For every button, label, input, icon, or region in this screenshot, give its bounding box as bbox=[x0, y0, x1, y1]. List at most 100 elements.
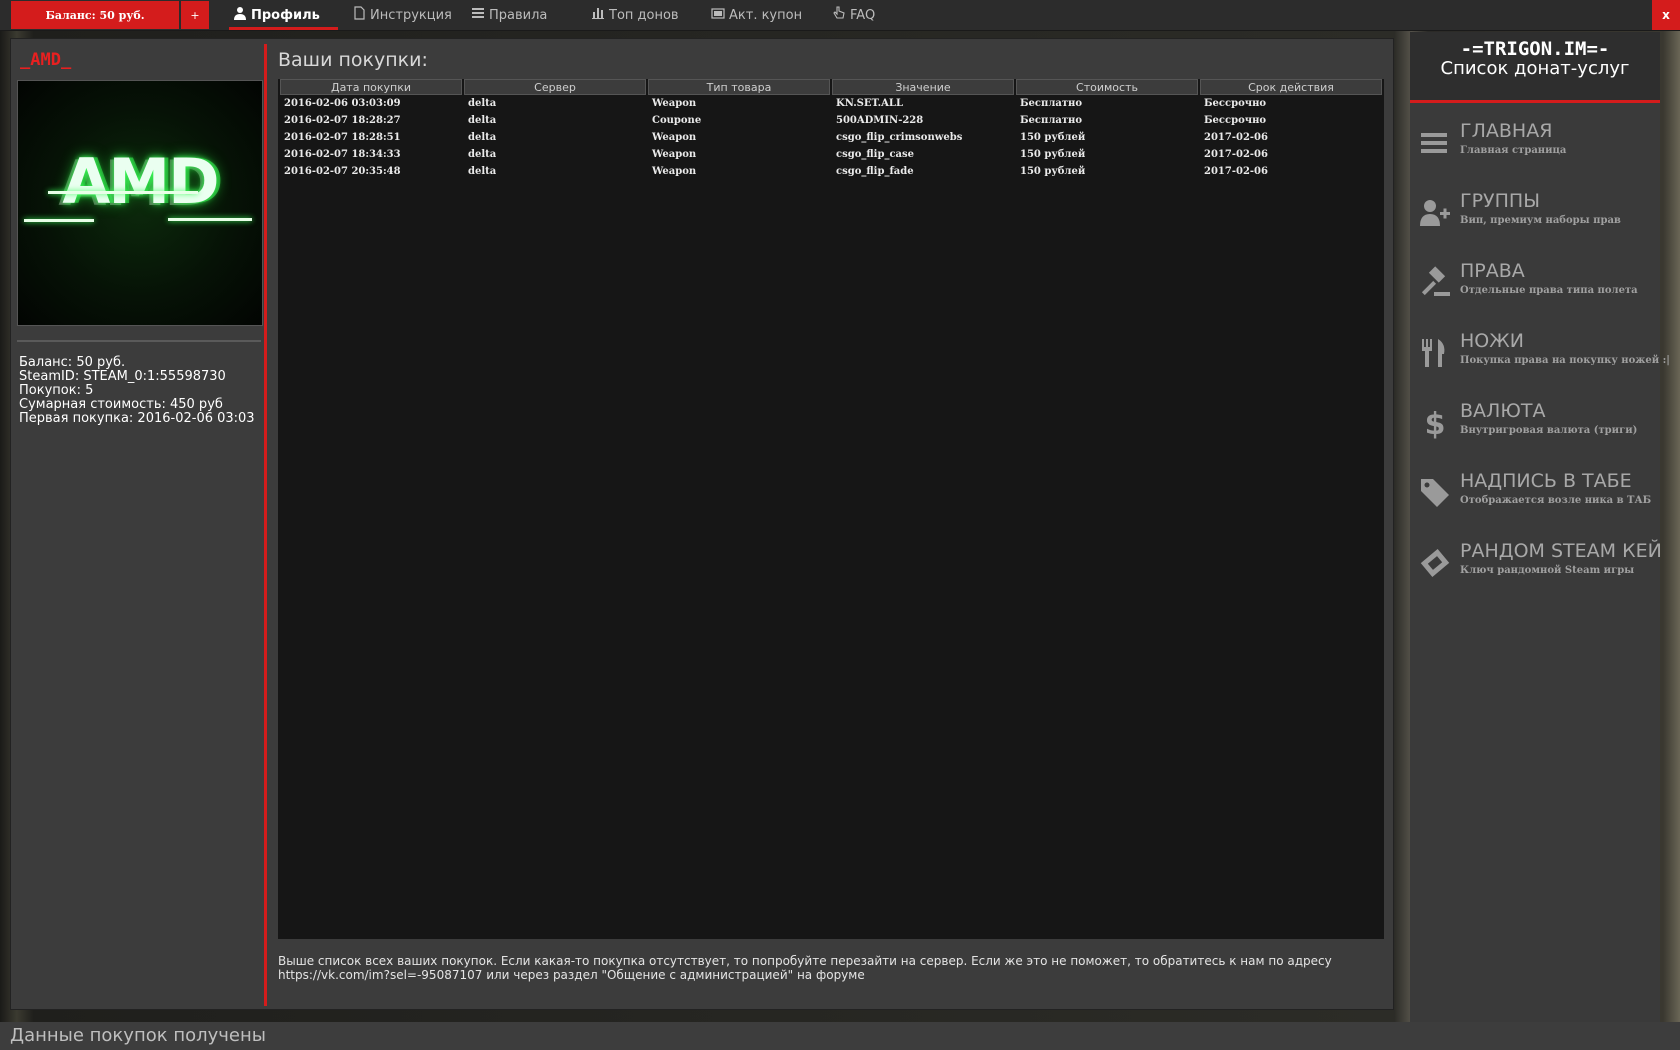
sidebar-item-description: Главная страница bbox=[1460, 145, 1567, 156]
sidebar-item-random-key[interactable]: РАНДОМ STEAM КЕЙ Ключ рандомной Steam иг… bbox=[1410, 534, 1662, 594]
tab-faq-label: FAQ bbox=[850, 7, 876, 23]
cell-server: delta bbox=[468, 98, 497, 109]
table-row[interactable]: 2016-02-06 03:03:09 delta Weapon KN.SET.… bbox=[280, 95, 1382, 112]
tag-icon bbox=[1418, 476, 1452, 510]
cell-date: 2016-02-06 03:03:09 bbox=[284, 98, 401, 109]
add-funds-button[interactable]: + bbox=[181, 1, 209, 29]
cell-expiry: 2017-02-06 bbox=[1204, 149, 1268, 160]
sidebar-item-groups[interactable]: ГРУППЫ Вип, премиум наборы прав bbox=[1410, 184, 1660, 244]
gavel-icon bbox=[1418, 266, 1452, 300]
sidebar-item-description: Покупка права на покупку ножей :| bbox=[1460, 355, 1670, 366]
cell-value: 500ADMIN-228 bbox=[836, 115, 924, 126]
column-header[interactable]: Значение bbox=[832, 79, 1014, 95]
page-title: Ваши покупки: bbox=[278, 49, 428, 71]
cell-cost: 150 рублей bbox=[1020, 166, 1086, 177]
tab-profile[interactable]: Профиль bbox=[229, 0, 338, 30]
cell-expiry: 2017-02-06 bbox=[1204, 166, 1268, 177]
cell-type: Weapon bbox=[652, 98, 697, 109]
cell-type: Weapon bbox=[652, 149, 697, 160]
stat-balance: Баланс: 50 руб. bbox=[19, 355, 126, 370]
avatar-glitch-line bbox=[48, 191, 198, 194]
table-row[interactable]: 2016-02-07 18:34:33 delta Weapon csgo_fl… bbox=[280, 146, 1382, 163]
cell-value: csgo_flip_fade bbox=[836, 166, 914, 177]
cell-cost: Бесплатно bbox=[1020, 115, 1083, 126]
document-icon bbox=[352, 6, 366, 24]
cell-value: csgo_flip_case bbox=[836, 149, 915, 160]
sidebar-item-label: НАДПИСЬ В ТАБЕ bbox=[1460, 470, 1632, 492]
brand-title: -=TRIGON.IM=- bbox=[1460, 38, 1610, 60]
cell-date: 2016-02-07 18:34:33 bbox=[284, 149, 401, 160]
ticket-icon bbox=[1418, 546, 1452, 580]
column-header[interactable]: Стоимость bbox=[1016, 79, 1198, 95]
cell-cost: 150 рублей bbox=[1020, 149, 1086, 160]
avatar: AMD bbox=[17, 80, 263, 326]
sidebar-item-currency[interactable]: $ ВАЛЮТА Внутригровая валюта (триги) bbox=[1410, 394, 1660, 454]
column-header[interactable]: Тип товара bbox=[648, 79, 830, 95]
brand-subtitle: Список донат-услуг bbox=[1440, 58, 1630, 79]
sidebar-item-label: ВАЛЮТА bbox=[1460, 400, 1546, 422]
cell-server: delta bbox=[468, 149, 497, 160]
balance-button[interactable]: Баланс: 50 руб. bbox=[11, 1, 179, 29]
column-header[interactable]: Срок действия bbox=[1200, 79, 1382, 95]
tab-rules[interactable]: Правила bbox=[471, 0, 547, 30]
tab-faq[interactable]: FAQ bbox=[832, 0, 875, 30]
list-icon bbox=[471, 6, 485, 24]
sidebar-item-tab-label[interactable]: НАДПИСЬ В ТАБЕ Отображается возле ника в… bbox=[1410, 464, 1660, 524]
divider bbox=[17, 340, 261, 342]
hand-pointer-icon bbox=[832, 6, 846, 24]
note-line-link[interactable]: https://vk.com/im?sel=-95087107 или чере… bbox=[278, 968, 1378, 982]
table-row[interactable]: 2016-02-07 18:28:51 delta Weapon csgo_fl… bbox=[280, 129, 1382, 146]
cell-server: delta bbox=[468, 132, 497, 143]
svg-text:$: $ bbox=[1425, 407, 1446, 440]
cell-date: 2016-02-07 18:28:27 bbox=[284, 115, 401, 126]
brand-header: -=TRIGON.IM=- Список донат-услуг bbox=[1410, 32, 1660, 103]
dollar-icon: $ bbox=[1418, 406, 1452, 442]
cell-type: Coupone bbox=[652, 115, 702, 126]
purchases-table: Дата покупки Сервер Тип товара Значение … bbox=[278, 79, 1384, 180]
column-header[interactable]: Сервер bbox=[464, 79, 646, 95]
menu-icon bbox=[1418, 126, 1452, 160]
tab-top-donors[interactable]: Топ донов bbox=[591, 0, 679, 30]
close-button[interactable]: x bbox=[1652, 0, 1680, 30]
avatar-text: AMD bbox=[62, 145, 219, 218]
stat-steamid: SteamID: STEAM_0:1:55598730 bbox=[19, 369, 226, 384]
table-row[interactable]: 2016-02-07 18:28:27 delta Coupone 500ADM… bbox=[280, 112, 1382, 129]
top-bar: Баланс: 50 руб. + Профиль Инструкция Пра… bbox=[0, 0, 1680, 31]
cell-type: Weapon bbox=[652, 132, 697, 143]
cell-cost: 150 рублей bbox=[1020, 132, 1086, 143]
cell-expiry: 2017-02-06 bbox=[1204, 132, 1268, 143]
sidebar-item-description: Отдельные права типа полета bbox=[1460, 285, 1638, 296]
tab-coupon-label: Акт. купон bbox=[729, 7, 803, 23]
cell-value: KN.SET.ALL bbox=[836, 98, 903, 109]
tab-top-donors-label: Топ донов bbox=[609, 7, 679, 23]
sidebar-item-main[interactable]: ГЛАВНАЯ Главная страница bbox=[1410, 114, 1660, 174]
purchases-panel: Ваши покупки: Дата покупки Сервер Тип то… bbox=[268, 44, 1386, 1006]
status-bar: Данные покупок получены bbox=[0, 1022, 1680, 1050]
cell-server: delta bbox=[468, 166, 497, 177]
cutlery-icon bbox=[1418, 336, 1452, 370]
stat-total-cost: Сумарная стоимость: 450 руб bbox=[19, 397, 223, 412]
user-icon bbox=[233, 6, 247, 24]
tab-instructions[interactable]: Инструкция bbox=[352, 0, 452, 30]
cell-server: delta bbox=[468, 115, 497, 126]
purchases-table-container[interactable]: Дата покупки Сервер Тип товара Значение … bbox=[278, 79, 1384, 939]
cell-value: csgo_flip_crimsonwebs bbox=[836, 132, 963, 143]
note-line: Выше список всех ваших покупок. Если как… bbox=[278, 954, 1332, 968]
tab-instructions-label: Инструкция bbox=[370, 7, 452, 23]
table-row[interactable]: 2016-02-07 20:35:48 delta Weapon csgo_fl… bbox=[280, 163, 1382, 180]
sidebar-item-knives[interactable]: НОЖИ Покупка права на покупку ножей :| bbox=[1410, 324, 1670, 384]
cell-type: Weapon bbox=[652, 166, 697, 177]
stat-first-purchase: Первая покупка: 2016-02-06 03:03 bbox=[19, 411, 255, 426]
sidebar-item-rights[interactable]: ПРАВА Отдельные права типа полета bbox=[1410, 254, 1660, 314]
stat-purchase-count: Покупок: 5 bbox=[19, 383, 94, 398]
sidebar-item-description: Вип, премиум наборы прав bbox=[1460, 215, 1621, 226]
tab-profile-label: Профиль bbox=[251, 7, 320, 23]
sidebar-item-label: ПРАВА bbox=[1460, 260, 1525, 282]
table-header-row: Дата покупки Сервер Тип товара Значение … bbox=[280, 79, 1382, 95]
profile-stats: Баланс: 50 руб. SteamID: STEAM_0:1:55598… bbox=[19, 356, 255, 426]
sidebar-item-label: ГРУППЫ bbox=[1460, 190, 1540, 212]
column-header[interactable]: Дата покупки bbox=[280, 79, 462, 95]
tab-coupon[interactable]: Акт. купон bbox=[711, 0, 802, 30]
sidebar: -=TRIGON.IM=- Список донат-услуг ГЛАВНАЯ… bbox=[1410, 32, 1670, 1022]
user-plus-icon bbox=[1418, 196, 1452, 230]
